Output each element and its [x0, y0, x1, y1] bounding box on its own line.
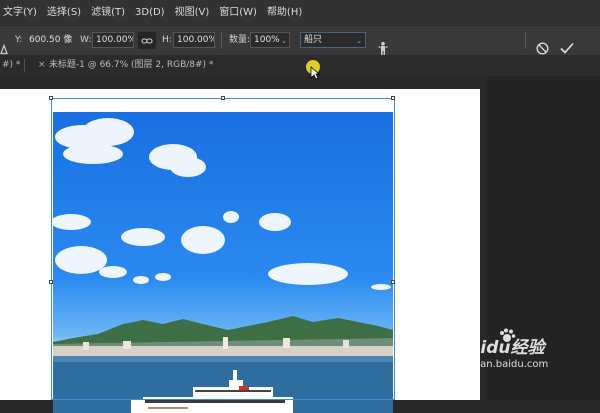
tab-label: #) *	[2, 60, 21, 70]
w-label: W:	[80, 35, 92, 45]
watermark-url: jingyan.baidu.com	[456, 359, 549, 370]
y-label: Y:	[15, 35, 23, 45]
h-label: H:	[162, 35, 172, 45]
baidu-watermark: Baidu经验 jingyan.baidu.com	[456, 328, 549, 370]
transform-handle-top-right[interactable]	[391, 96, 395, 100]
height-field[interactable]: 100.00%	[173, 32, 215, 48]
tab-label: 未标题-1 @ 66.7% (图层 2, RGB/8#) *	[48, 60, 214, 70]
close-icon[interactable]: ×	[38, 55, 46, 76]
y-position-field[interactable]: 600.50 像素	[26, 32, 72, 48]
cursor-arrow-icon	[310, 66, 320, 80]
tab-divider	[24, 59, 25, 72]
menu-bar: 文字(Y) 选择(S) 滤镜(T) 3D(D) 视图(V) 窗口(W) 帮助(H…	[0, 0, 600, 25]
amount-label: 数量:	[229, 35, 251, 45]
amount-value: 100%	[254, 35, 280, 45]
menu-help[interactable]: 帮助(H)	[262, 0, 307, 25]
options-divider	[525, 32, 526, 49]
protect-select[interactable]: 船只 ⌄	[300, 32, 366, 48]
link-aspect-button[interactable]	[138, 32, 156, 49]
width-field[interactable]: 100.00%	[92, 32, 134, 48]
document-tab-bar: #) * × 未标题-1 @ 66.7% (图层 2, RGB/8#) *	[0, 55, 600, 76]
link-icon	[141, 37, 153, 44]
paw-logo-icon	[500, 328, 516, 342]
options-bar: Y: 600.50 像素 W: 100.00% H: 100.00% 数量: 1…	[0, 25, 600, 56]
menu-select[interactable]: 选择(S)	[42, 0, 86, 25]
menu-3d[interactable]: 3D(D)	[130, 0, 170, 25]
menu-type[interactable]: 文字(Y)	[0, 0, 42, 25]
transform-handle-top-left[interactable]	[49, 96, 53, 100]
protect-select-value: 船只	[304, 35, 323, 45]
transform-handle-left[interactable]	[49, 280, 53, 284]
amount-field[interactable]: 100% ⌄	[250, 32, 290, 48]
menu-window[interactable]: 窗口(W)	[214, 0, 262, 25]
menu-view[interactable]: 视图(V)	[170, 0, 215, 25]
menu-filter[interactable]: 滤镜(T)	[86, 0, 130, 25]
tab-previous-document[interactable]: #) *	[0, 55, 30, 76]
chevron-down-icon: ⌄	[281, 37, 287, 45]
options-divider	[221, 32, 222, 49]
transform-handle-right[interactable]	[391, 280, 395, 284]
chevron-down-icon: ⌄	[356, 37, 362, 45]
transform-handle-top[interactable]	[221, 96, 225, 100]
document-canvas[interactable]	[0, 89, 480, 413]
transform-bounding-box[interactable]	[51, 98, 395, 400]
tab-untitled-1[interactable]: × 未标题-1 @ 66.7% (图层 2, RGB/8#) *	[32, 55, 220, 76]
